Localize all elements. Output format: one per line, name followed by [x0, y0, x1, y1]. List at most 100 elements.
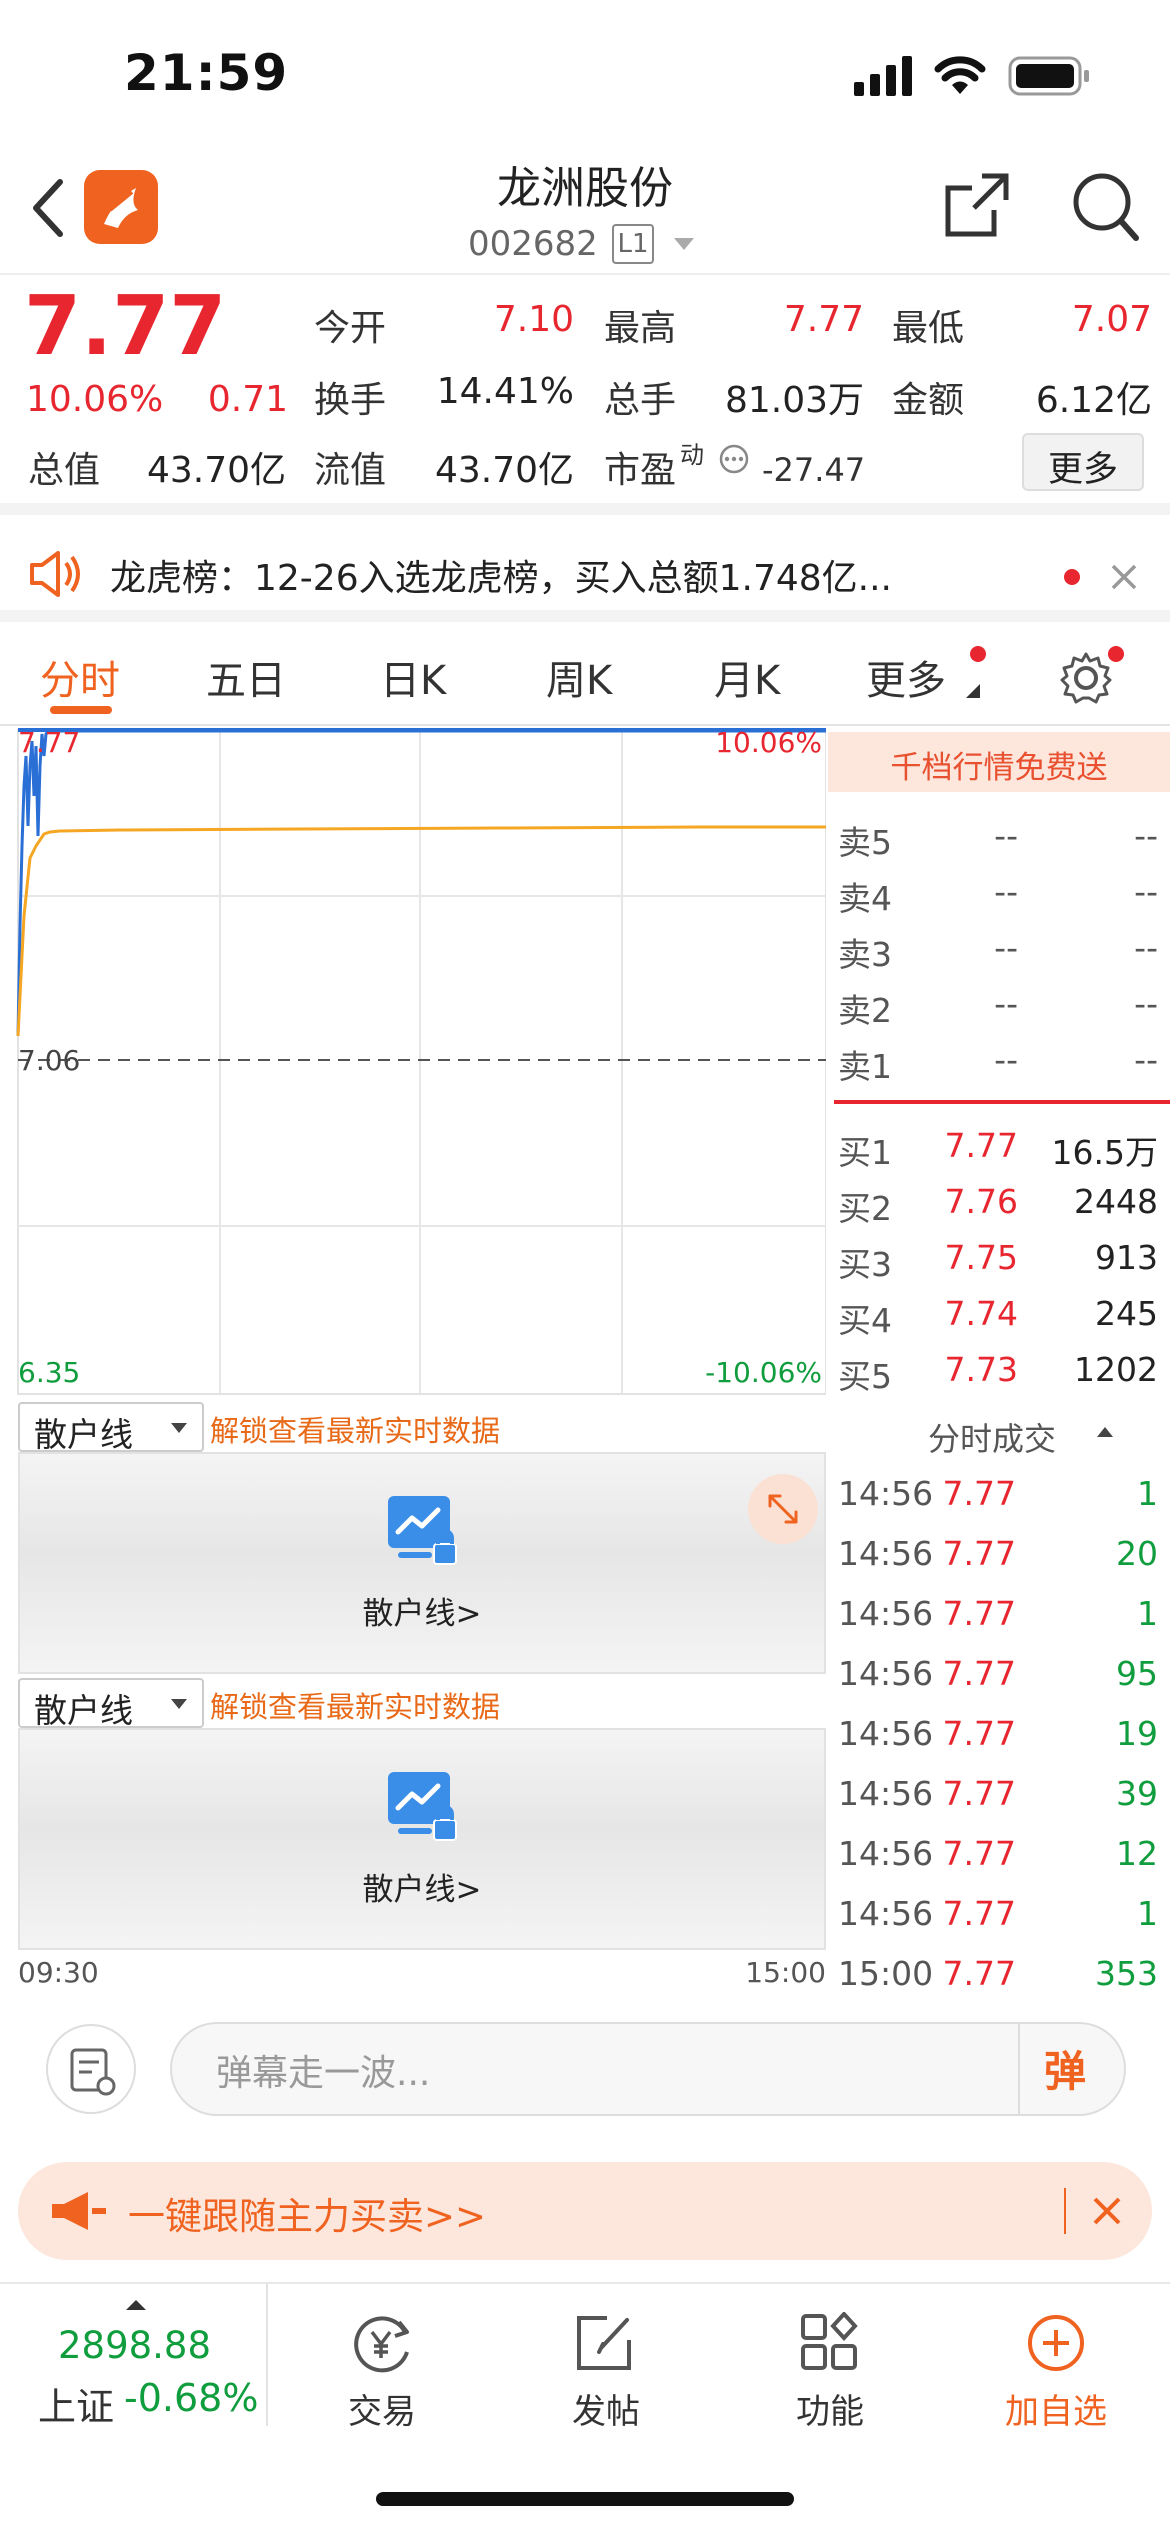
locked-subchart-1[interactable]: 散户线>: [18, 1452, 826, 1674]
tab-intraday[interactable]: 分时: [40, 648, 120, 706]
nav-functions[interactable]: 功能: [760, 2312, 900, 2433]
add-circle-icon: [1028, 2315, 1084, 2371]
tab-monthly-k[interactable]: 月K: [714, 648, 780, 706]
ask-list: 卖5 -- -- 卖4 -- -- 卖3 -- -- 卖2 -- -- 卖1 -- --: [828, 808, 1170, 1088]
current-price: 7.77: [24, 279, 227, 374]
index-value[interactable]: 2898.88: [58, 2324, 211, 2367]
locked-subchart-2[interactable]: 散户线>: [18, 1728, 826, 1950]
trade-icon: [354, 2316, 409, 2373]
danmu-send-button[interactable]: 弹: [1044, 2038, 1086, 2099]
trade-vol: 1: [1137, 1594, 1158, 1633]
trade-vol: 19: [1116, 1714, 1158, 1753]
apps-grid-icon: [801, 2312, 858, 2370]
unread-dot: [1064, 569, 1080, 585]
orderbook-row: 买1 7.77 16.5万: [828, 1118, 1170, 1174]
pe-value: -27.47: [762, 451, 866, 489]
total-cap-value: 43.70亿: [146, 450, 286, 491]
comment-settings-button[interactable]: [46, 2024, 136, 2114]
intraday-chart[interactable]: [0, 726, 826, 1396]
orderbook-vol: --: [1134, 1040, 1158, 1079]
trade-row: 14:56 7.77 12: [828, 1824, 1170, 1884]
order-book-panel: 千档行情免费送 卖5 -- -- 卖4 -- -- 卖3 -- -- 卖2 -- -- 卖1 -- -- 买…: [828, 726, 1170, 1996]
float-cap-label: 流值: [314, 450, 387, 491]
share-icon[interactable]: [942, 170, 1012, 240]
orderbook-row: 卖4 -- --: [828, 864, 1170, 920]
expand-icon: [768, 1494, 798, 1524]
tab-weekly-k[interactable]: 周K: [546, 648, 612, 706]
locked-subchart-2-label[interactable]: 散户线>: [20, 1864, 824, 1909]
trade-vol: 39: [1116, 1774, 1158, 1813]
index-name[interactable]: 上证: [38, 2376, 114, 2431]
nav-add-watchlist[interactable]: 加自选: [986, 2312, 1126, 2433]
notice-bar[interactable]: 龙虎榜：12-26入选龙虎榜，买入总额1.748亿...: [0, 527, 1170, 622]
orderbook-row: 卖1 -- --: [828, 1032, 1170, 1088]
high-value: 7.77: [783, 299, 864, 340]
high-label: 最高: [604, 308, 677, 349]
amount-value: 6.12亿: [1035, 380, 1152, 421]
nav-trade[interactable]: 交易: [312, 2312, 452, 2433]
nav-post-label: 发帖: [572, 2392, 640, 2432]
indicator-select-2[interactable]: 散户线: [18, 1678, 204, 1730]
nav-post[interactable]: 发帖: [536, 2312, 676, 2433]
orderbook-vol: 245: [1095, 1294, 1158, 1333]
collapse-arrow-icon[interactable]: [1096, 1426, 1114, 1438]
orderbook-vol: --: [1134, 816, 1158, 855]
locked-subchart-1-label[interactable]: 散户线>: [20, 1588, 824, 1633]
more-dots-icon[interactable]: [718, 443, 750, 475]
expand-button[interactable]: [748, 1474, 818, 1544]
speaker-icon: [30, 551, 80, 597]
settings-dot: [1108, 646, 1124, 662]
axis-top-percent: 10.06%: [715, 726, 822, 759]
level-badge[interactable]: L1: [612, 224, 654, 264]
index-expand-icon[interactable]: [124, 2298, 148, 2312]
axis-top-price: 7.77: [18, 726, 81, 759]
banner-text: 一键跟随主力买卖>>: [128, 2195, 487, 2238]
orderbook-row: 卖3 -- --: [828, 920, 1170, 976]
axis-end-time: 15:00: [745, 1956, 826, 1989]
turnover-value: 14.41%: [436, 371, 574, 412]
orderbook-row: 买5 7.73 1202: [828, 1342, 1170, 1398]
notice-text: 龙虎榜：12-26入选龙虎榜，买入总额1.748亿...: [110, 558, 892, 599]
close-icon[interactable]: [1110, 563, 1138, 591]
dropdown-arrow-icon: [171, 1423, 187, 1433]
wifi-icon: [934, 56, 986, 94]
trade-row: 14:56 7.77 1: [828, 1884, 1170, 1944]
orderbook-vol: --: [1134, 928, 1158, 967]
megaphone-icon: [52, 2192, 106, 2230]
indicator-select-1-value: 散户线: [34, 1415, 133, 1454]
axis-mid-price: 7.06: [18, 1044, 81, 1077]
trade-row: 14:56 7.77 19: [828, 1704, 1170, 1764]
tab-daily-k[interactable]: 日K: [380, 648, 446, 706]
axis-bottom-price: 6.35: [18, 1356, 81, 1389]
axis-bottom-percent: -10.06%: [705, 1356, 822, 1389]
nav-add-watchlist-label: 加自选: [1005, 2392, 1107, 2432]
unlock-link-1[interactable]: 解锁查看最新实时数据: [210, 1408, 500, 1450]
trade-vol: 12: [1116, 1834, 1158, 1873]
signal-icon: [854, 56, 912, 96]
trade-vol: 95: [1116, 1654, 1158, 1693]
danmu-input[interactable]: 弹幕走一波... 弹: [170, 2022, 1126, 2116]
orderbook-vol: 16.5万: [1051, 1133, 1158, 1172]
trade-row: 14:56 7.77 95: [828, 1644, 1170, 1704]
tab-more[interactable]: 更多: [866, 648, 946, 706]
tab-five-day[interactable]: 五日: [206, 648, 286, 706]
promo-follow-banner[interactable]: 一键跟随主力买卖>>: [18, 2162, 1152, 2260]
trades-title[interactable]: 分时成交: [928, 1414, 1056, 1460]
stock-header: 龙洲股份 002682 L1: [0, 150, 1170, 275]
promo-banner[interactable]: 千档行情免费送: [828, 732, 1170, 792]
more-button[interactable]: 更多: [1022, 433, 1144, 491]
pe-label: 市盈: [604, 450, 677, 491]
search-icon[interactable]: [1070, 170, 1140, 242]
orderbook-row: 卖5 -- --: [828, 808, 1170, 864]
trade-row: 14:56 7.77 39: [828, 1764, 1170, 1824]
change-amount: 0.71: [207, 379, 288, 420]
banner-divider: [1064, 2188, 1066, 2234]
index-change[interactable]: -0.68%: [124, 2376, 258, 2420]
chevron-down-icon[interactable]: [672, 236, 696, 252]
trade-row: 15:00 7.77 353: [828, 1944, 1170, 2004]
indicator-select-1[interactable]: 散户线: [18, 1402, 204, 1454]
locked-chart-icon: [388, 1772, 457, 1841]
banner-close-icon[interactable]: [1092, 2196, 1122, 2226]
unlock-link-2[interactable]: 解锁查看最新实时数据: [210, 1684, 500, 1726]
settings-icon[interactable]: [1058, 650, 1114, 706]
